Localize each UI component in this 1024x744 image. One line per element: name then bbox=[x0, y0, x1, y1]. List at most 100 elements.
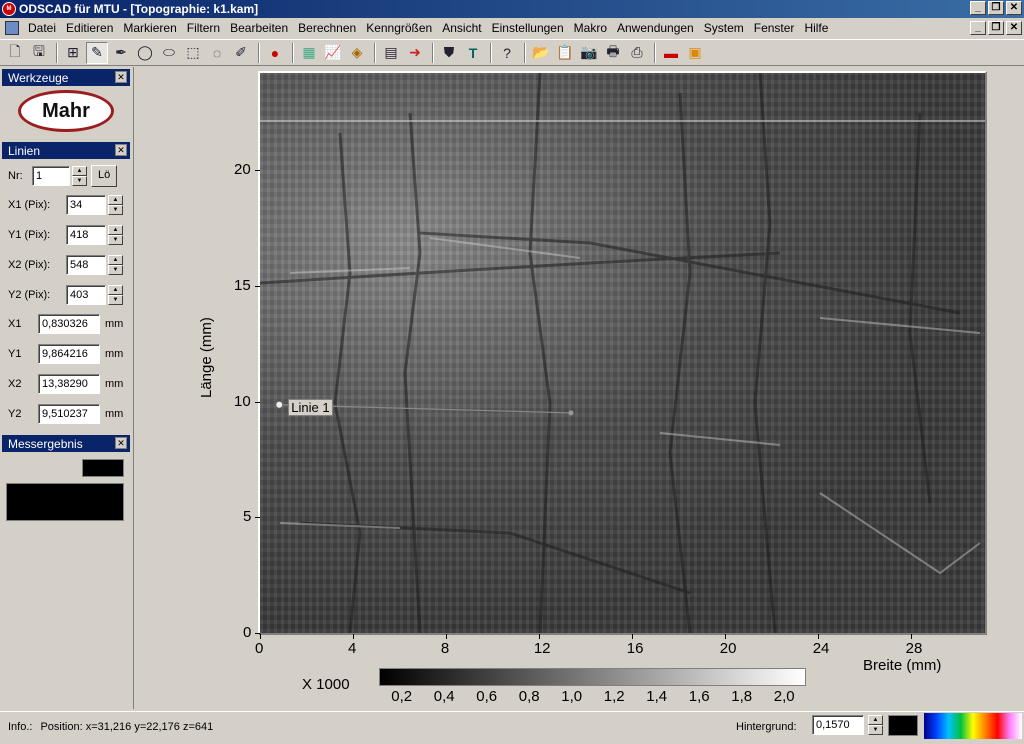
menu-markieren[interactable]: Markieren bbox=[118, 21, 181, 35]
menu-fenster[interactable]: Fenster bbox=[749, 21, 800, 35]
document-view-icon[interactable]: ▤ bbox=[380, 42, 402, 64]
document-window-controls: _ ❐ ✕ bbox=[970, 21, 1022, 35]
print-icon[interactable]: ⎙ bbox=[626, 42, 648, 64]
lasso-icon[interactable]: ⬭ bbox=[158, 42, 180, 64]
line-end-handle[interactable] bbox=[568, 410, 574, 416]
mahr-logo-box: Mahr bbox=[2, 86, 130, 136]
menu-datei[interactable]: Datei bbox=[23, 21, 61, 35]
info-label: Info.: bbox=[8, 720, 33, 733]
menu-hilfe[interactable]: Hilfe bbox=[799, 21, 833, 35]
menu-kenngroessen[interactable]: Kenngrößen bbox=[361, 21, 437, 35]
draw-line-icon[interactable]: ✎ bbox=[86, 41, 108, 64]
delete-line-button[interactable]: Lö bbox=[91, 165, 118, 187]
restore-button[interactable]: ❐ bbox=[988, 1, 1004, 15]
messergebnis-close-icon[interactable]: ✕ bbox=[115, 437, 127, 449]
menu-einstellungen[interactable]: Einstellungen bbox=[487, 21, 569, 35]
color-palette-bar[interactable] bbox=[924, 713, 1022, 739]
close-button[interactable]: ✕ bbox=[1006, 1, 1022, 15]
stamp-icon[interactable]: ⛊ bbox=[438, 42, 460, 64]
hintergrund-input[interactable] bbox=[812, 715, 864, 735]
background-color-swatch[interactable] bbox=[888, 715, 918, 736]
toolbar-separator bbox=[490, 42, 492, 63]
y1-mm-input[interactable] bbox=[38, 344, 100, 364]
help-pointer-icon[interactable]: ? bbox=[496, 42, 518, 64]
new-file-icon[interactable]: 🗋 bbox=[4, 42, 26, 64]
menu-system[interactable]: System bbox=[699, 21, 749, 35]
y2-pix-row: Y2 (Pix): ▲▼ bbox=[8, 285, 123, 305]
document-icon[interactable] bbox=[5, 21, 19, 35]
x2-mm-input[interactable] bbox=[38, 374, 100, 394]
chart-icon[interactable]: 📈 bbox=[322, 42, 344, 64]
menu-anwendungen[interactable]: Anwendungen bbox=[612, 21, 699, 35]
colormap-icon[interactable]: ▣ bbox=[684, 42, 706, 64]
y-tick-mark bbox=[255, 401, 260, 403]
menu-bar: Datei Editieren Markieren Filtern Bearbe… bbox=[0, 19, 1024, 37]
app-icon[interactable]: M bbox=[2, 2, 16, 16]
x2-pix-label: X2 (Pix): bbox=[8, 259, 51, 271]
minimize-button[interactable]: _ bbox=[970, 1, 986, 15]
y2-mm-label: Y2 bbox=[8, 408, 22, 420]
x1-pix-spinner[interactable]: ▲ ▼ bbox=[108, 195, 123, 215]
x-tick-label: 20 bbox=[719, 640, 737, 657]
menu-makro[interactable]: Makro bbox=[569, 21, 612, 35]
menu-berechnen[interactable]: Berechnen bbox=[293, 21, 361, 35]
menu-editieren[interactable]: Editieren bbox=[61, 21, 118, 35]
x1-mm-input[interactable] bbox=[38, 314, 100, 334]
result-color-swatch bbox=[82, 459, 124, 477]
palette-icon[interactable]: ▬ bbox=[660, 42, 682, 64]
doc-restore-button[interactable]: ❐ bbox=[988, 21, 1004, 35]
x2-pix-row: X2 (Pix): ▲▼ bbox=[8, 255, 123, 275]
x2-pix-spinner[interactable]: ▲ ▼ bbox=[108, 255, 123, 275]
x2-pix-input[interactable] bbox=[66, 255, 106, 275]
freehand-select-icon[interactable]: ✐ bbox=[230, 42, 252, 64]
mahr-logo: Mahr bbox=[18, 90, 114, 132]
doc-close-button[interactable]: ✕ bbox=[1006, 21, 1022, 35]
y2-pix-spinner[interactable]: ▲ ▼ bbox=[108, 285, 123, 305]
menu-bearbeiten[interactable]: Bearbeiten bbox=[225, 21, 293, 35]
open-folder-icon[interactable]: 📂 bbox=[530, 42, 552, 64]
print-preview-icon[interactable]: 🖶 bbox=[602, 42, 624, 64]
doc-minimize-button[interactable]: _ bbox=[970, 21, 986, 35]
colorbar-tick-label: 0,8 bbox=[518, 688, 540, 705]
toolbar: 🗋 🖫 ⊞ ✎ ✒ ◯ ⬭ ⬚ ◌ ✐ ● ▦ 📈 ◈ ▤ ➜ ⛊ T ? 📂 … bbox=[0, 39, 1024, 66]
camera-icon[interactable]: 📷 bbox=[578, 42, 600, 64]
x-tick-label: 28 bbox=[905, 640, 923, 657]
y1-pix-row: Y1 (Pix): ▲▼ bbox=[8, 225, 123, 245]
toolbar-separator bbox=[654, 42, 656, 63]
ellipse-select-icon[interactable]: ◌ bbox=[206, 42, 228, 64]
pen-icon[interactable]: ✒ bbox=[110, 42, 132, 64]
y-tick-label: 0 bbox=[243, 624, 252, 641]
nr-spinner[interactable]: ▲ ▼ bbox=[72, 166, 87, 186]
export-icon[interactable]: ➜ bbox=[404, 42, 426, 64]
x-tick-mark bbox=[631, 634, 633, 639]
x-tick-label: 4 bbox=[347, 640, 357, 657]
x1-pix-input[interactable] bbox=[66, 195, 106, 215]
topography-image[interactable]: Linie 1 bbox=[258, 71, 987, 635]
select-area-icon[interactable]: ⊞ bbox=[62, 42, 84, 64]
y1-pix-spinner[interactable]: ▲ ▼ bbox=[108, 225, 123, 245]
y-tick-mark bbox=[255, 517, 260, 519]
x1-mm-unit: mm bbox=[105, 318, 124, 330]
line-number-input[interactable] bbox=[32, 166, 70, 186]
save-icon[interactable]: 🖫 bbox=[28, 42, 50, 64]
menu-ansicht[interactable]: Ansicht bbox=[437, 21, 486, 35]
line-start-handle[interactable] bbox=[275, 400, 284, 409]
text-icon[interactable]: T bbox=[462, 42, 484, 64]
circle-select-icon[interactable]: ◯ bbox=[134, 42, 156, 64]
linien-close-icon[interactable]: ✕ bbox=[115, 144, 127, 156]
color-circles-icon[interactable]: ● bbox=[264, 42, 286, 64]
werkzeuge-close-icon[interactable]: ✕ bbox=[115, 71, 127, 83]
3d-view-icon[interactable]: ◈ bbox=[346, 42, 368, 64]
rect-select-icon[interactable]: ⬚ bbox=[182, 42, 204, 64]
paste-icon[interactable]: 📋 bbox=[554, 42, 576, 64]
hintergrund-spinner[interactable]: ▲ ▼ bbox=[868, 715, 883, 735]
y1-pix-input[interactable] bbox=[66, 225, 106, 245]
menu-filtern[interactable]: Filtern bbox=[182, 21, 225, 35]
hintergrund-label: Hintergrund: bbox=[736, 720, 797, 733]
toolbar-separator bbox=[374, 42, 376, 63]
y2-mm-input[interactable] bbox=[38, 404, 100, 424]
colorbar-multiplier: X 1000 bbox=[302, 676, 350, 693]
y2-pix-input[interactable] bbox=[66, 285, 106, 305]
x-tick-label: 8 bbox=[440, 640, 450, 657]
grid-icon[interactable]: ▦ bbox=[298, 42, 320, 64]
